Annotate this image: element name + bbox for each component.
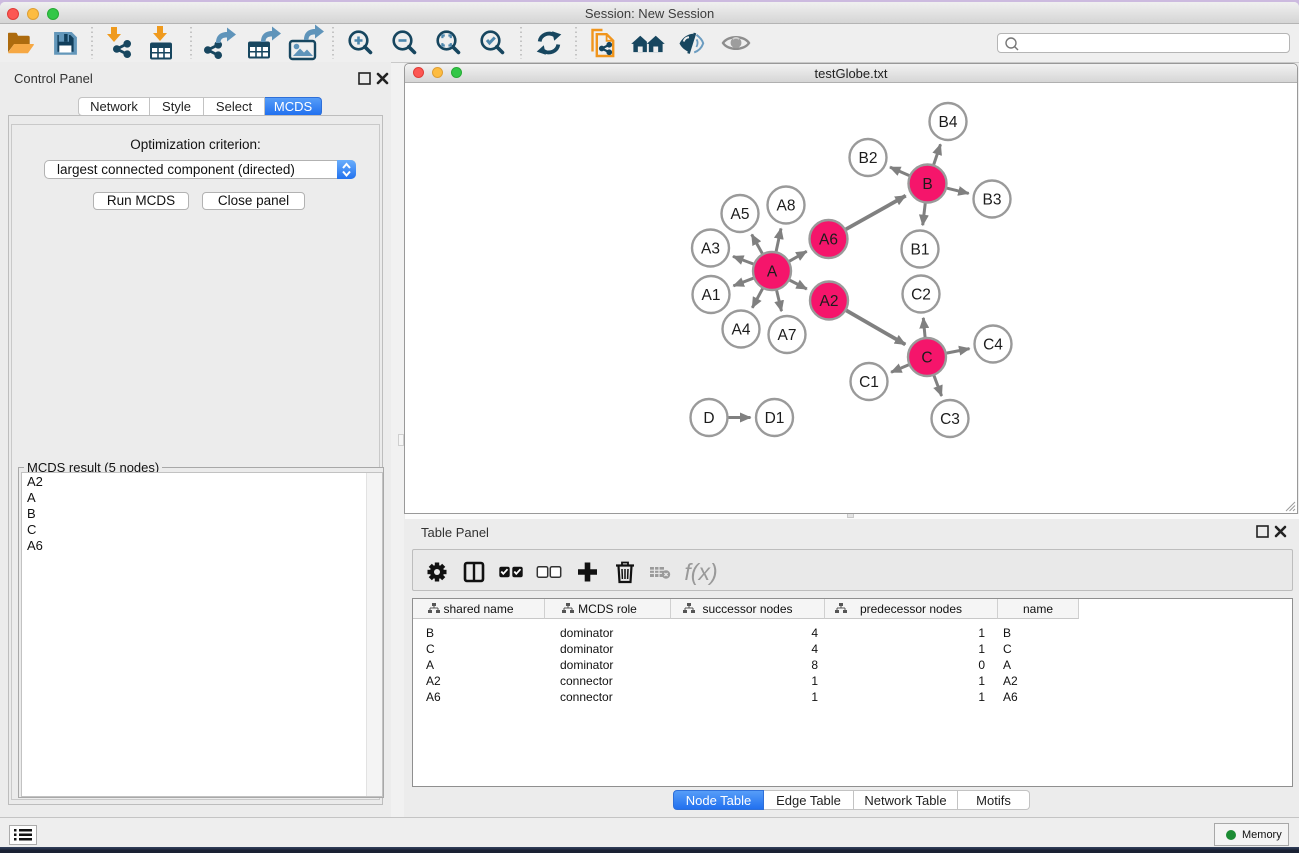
svg-text:D1: D1 xyxy=(765,410,785,427)
svg-text:A: A xyxy=(767,264,778,281)
svg-text:C: C xyxy=(921,350,932,367)
svg-text:B: B xyxy=(922,176,932,193)
svg-text:A7: A7 xyxy=(778,327,797,344)
svg-text:B1: B1 xyxy=(911,242,930,259)
svg-text:C4: C4 xyxy=(983,337,1003,354)
svg-text:D: D xyxy=(703,410,714,427)
svg-text:f(x): f(x) xyxy=(684,559,717,585)
svg-text:B4: B4 xyxy=(939,114,958,131)
svg-text:A1: A1 xyxy=(702,287,721,304)
svg-text:A4: A4 xyxy=(732,322,751,339)
svg-text:C3: C3 xyxy=(940,411,960,428)
svg-text:A2: A2 xyxy=(820,293,839,310)
svg-text:A5: A5 xyxy=(731,206,750,223)
svg-text:C2: C2 xyxy=(911,287,931,304)
svg-text:A3: A3 xyxy=(701,241,720,258)
svg-text:A6: A6 xyxy=(819,232,838,249)
svg-text:B2: B2 xyxy=(859,150,878,167)
svg-text:C1: C1 xyxy=(859,374,879,391)
svg-text:A8: A8 xyxy=(777,198,796,215)
svg-text:B3: B3 xyxy=(983,192,1002,209)
